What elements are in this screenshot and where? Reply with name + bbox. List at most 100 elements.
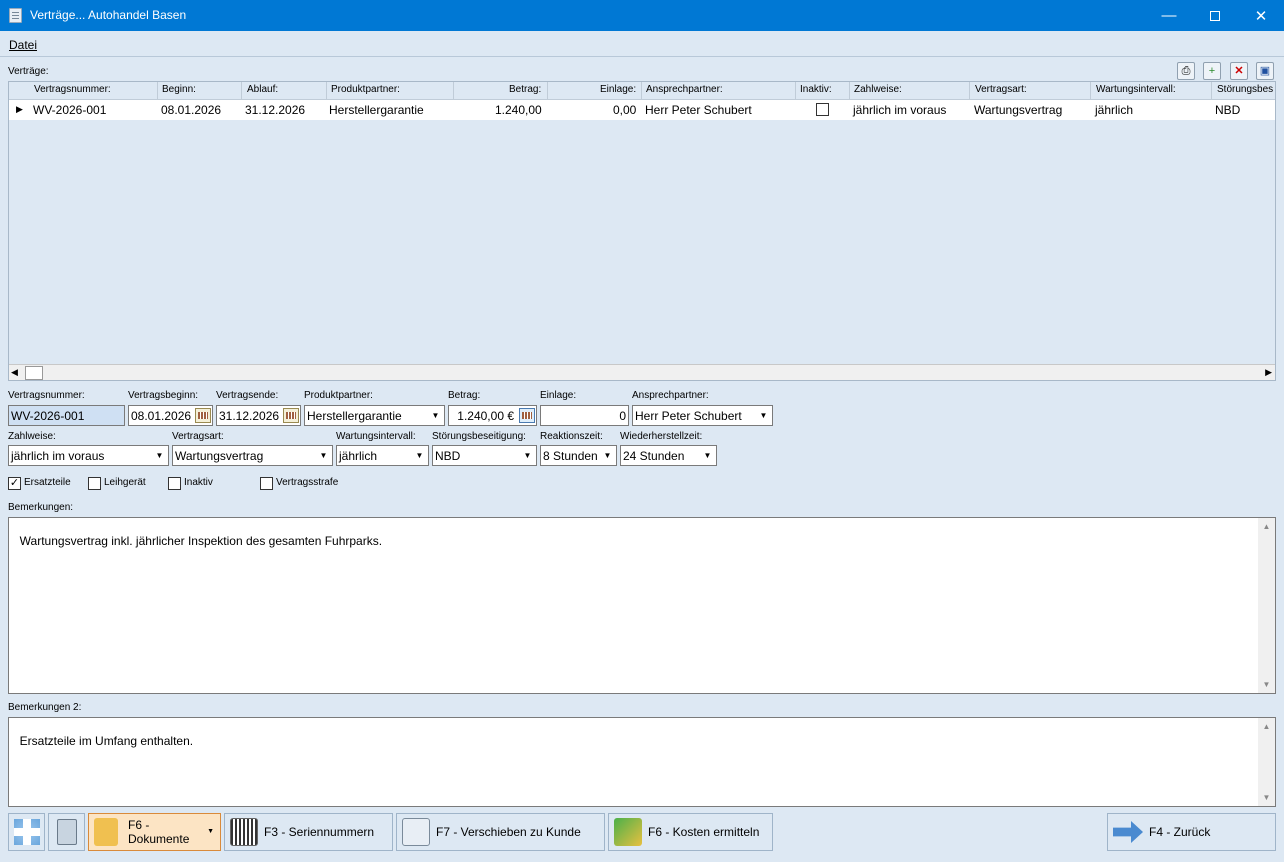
add-button[interactable] <box>8 813 45 851</box>
chevron-down-icon[interactable]: ▼ <box>755 406 772 425</box>
chevron-down-icon[interactable]: ▼ <box>427 406 444 425</box>
close-button[interactable]: ✕ <box>1238 0 1284 31</box>
dokumente-button[interactable]: F6 - Dokumente ▼ <box>88 813 221 851</box>
trash-button[interactable] <box>48 813 85 851</box>
move-icon <box>402 818 430 846</box>
vertragsstrafe-checkbox[interactable] <box>260 477 273 490</box>
inaktiv-label: Inaktiv <box>184 477 213 488</box>
cell-ansprechpartner: Herr Peter Schubert <box>645 103 752 117</box>
bemerkungen2-textarea[interactable]: Ersatzteile im Umfang enthalten. ▲ ▼ <box>8 717 1276 807</box>
chevron-down-icon[interactable]: ▼ <box>599 446 616 465</box>
scroll-left-icon[interactable]: ◀ <box>11 367 18 378</box>
money-icon <box>614 818 642 846</box>
calendar-icon[interactable] <box>283 408 299 423</box>
print-icon[interactable]: ⎙ <box>1177 62 1195 80</box>
seriennummern-button[interactable]: F3 - Seriennummern <box>224 813 393 851</box>
col-stoerung[interactable]: Störungsbes <box>1217 84 1275 95</box>
ersatzteile-checkbox[interactable]: ✓ <box>8 477 21 490</box>
produktpartner-select[interactable]: Herstellergarantie ▼ <box>304 405 445 426</box>
leihgeraet-checkbox[interactable] <box>88 477 101 490</box>
wiederherstellzeit-value: 24 Stunden <box>623 449 685 463</box>
cell-produktpartner: Herstellergarantie <box>329 103 424 117</box>
table-row[interactable]: ▶ WV-2026-001 08.01.2026 31.12.2026 Hers… <box>9 100 1275 120</box>
label-stoerung: Störungsbeseitigung: <box>432 431 526 442</box>
contracts-grid[interactable]: Vertragsnummer: Beginn: Ablauf: Produktp… <box>8 81 1276 381</box>
label-zahlweise: Zahlweise: <box>8 431 56 442</box>
vertical-scrollbar[interactable]: ▲ ▼ <box>1258 518 1275 693</box>
vertical-scrollbar[interactable]: ▲ ▼ <box>1258 718 1275 806</box>
arrow-right-icon <box>1113 821 1143 843</box>
col-vertragsnummer[interactable]: Vertragsnummer: <box>34 84 111 95</box>
chevron-down-icon[interactable]: ▼ <box>411 446 428 465</box>
stoerung-value: NBD <box>435 449 461 463</box>
cell-ablauf: 31.12.2026 <box>245 103 306 117</box>
chevron-down-icon[interactable]: ▼ <box>315 446 332 465</box>
verschieben-button[interactable]: F7 - Verschieben zu Kunde <box>396 813 605 851</box>
label-ansprechpartner: Ansprechpartner: <box>632 390 709 401</box>
kosten-button[interactable]: F6 - Kosten ermitteln <box>608 813 773 851</box>
chevron-down-icon[interactable]: ▼ <box>699 446 716 465</box>
delete-icon[interactable]: ✕ <box>1230 62 1248 80</box>
cell-zahlweise: jährlich im voraus <box>853 103 947 117</box>
maximize-button[interactable] <box>1192 0 1238 31</box>
vertragsbeginn-field[interactable]: 08.01.2026 <box>128 405 213 426</box>
scroll-thumb[interactable] <box>25 366 43 380</box>
calendar-icon[interactable] <box>195 408 211 423</box>
ersatzteile-label: Ersatzteile <box>24 477 71 488</box>
minimize-button[interactable]: — <box>1146 0 1192 31</box>
zurueck-button[interactable]: F4 - Zurück <box>1107 813 1276 851</box>
wartungsintervall-select[interactable]: jährlich ▼ <box>336 445 429 466</box>
zurueck-label: F4 - Zurück <box>1149 825 1211 839</box>
stoerung-select[interactable]: NBD ▼ <box>432 445 537 466</box>
label-reaktion: Reaktionszeit: <box>540 431 603 442</box>
cell-einlage: 0,00 <box>613 103 637 117</box>
cell-stoerung: NBD <box>1215 103 1241 117</box>
grid-header: Vertragsnummer: Beginn: Ablauf: Produktp… <box>9 82 1275 100</box>
label-vertragsnummer: Vertragsnummer: <box>8 390 85 401</box>
vertragsnummer-field[interactable]: WV-2026-001 <box>8 405 125 426</box>
zahlweise-value: jährlich im voraus <box>11 449 105 463</box>
bemerkungen2-text: Ersatzteile im Umfang enthalten. <box>19 734 194 748</box>
label-wartungsintervall: Wartungsintervall: <box>336 431 416 442</box>
bemerkungen-textarea[interactable]: Wartungsvertrag inkl. jährlicher Inspekt… <box>8 517 1276 694</box>
chevron-down-icon[interactable]: ▼ <box>207 828 214 835</box>
save-icon[interactable]: ▣ <box>1256 62 1274 80</box>
col-wartungsintervall[interactable]: Wartungsintervall: <box>1096 84 1176 95</box>
col-inaktiv[interactable]: Inaktiv: <box>800 84 832 95</box>
vertragsbeginn-value: 08.01.2026 <box>131 409 192 423</box>
vertragsende-value: 31.12.2026 <box>219 409 280 423</box>
vertragsende-field[interactable]: 31.12.2026 <box>216 405 301 426</box>
col-einlage[interactable]: Einlage: <box>600 84 636 95</box>
horizontal-scrollbar[interactable]: ◀ ▶ <box>9 364 1275 380</box>
inaktiv-checkbox[interactable] <box>168 477 181 490</box>
label-produktpartner: Produktpartner: <box>304 390 373 401</box>
col-ansprechpartner[interactable]: Ansprechpartner: <box>646 84 723 95</box>
col-beginn[interactable]: Beginn: <box>162 84 196 95</box>
col-vertragsart[interactable]: Vertragsart: <box>975 84 1027 95</box>
col-zahlweise[interactable]: Zahlweise: <box>854 84 902 95</box>
vertragsstrafe-label: Vertragsstrafe <box>276 477 339 488</box>
ansprechpartner-select[interactable]: Herr Peter Schubert ▼ <box>632 405 773 426</box>
menu-datei[interactable]: Datei <box>9 38 37 52</box>
cell-inaktiv-checkbox[interactable] <box>816 103 829 116</box>
betrag-field[interactable]: 1.240,00 € <box>448 405 537 426</box>
wiederherstellzeit-select[interactable]: 24 Stunden ▼ <box>620 445 717 466</box>
col-produktpartner[interactable]: Produktpartner: <box>331 84 400 95</box>
chevron-down-icon[interactable]: ▼ <box>151 446 168 465</box>
calculator-icon[interactable] <box>519 408 535 423</box>
bemerkungen-text: Wartungsvertrag inkl. jährlicher Inspekt… <box>19 534 383 548</box>
einlage-field[interactable]: 0 <box>540 405 629 426</box>
new-document-icon[interactable]: + <box>1203 62 1221 80</box>
label-vertragsart: Vertragsart: <box>172 431 224 442</box>
produktpartner-value: Herstellergarantie <box>307 409 402 423</box>
cell-betrag: 1.240,00 <box>495 103 542 117</box>
col-ablauf[interactable]: Ablauf: <box>247 84 278 95</box>
chevron-down-icon[interactable]: ▼ <box>519 446 536 465</box>
reaktionszeit-select[interactable]: 8 Stunden ▼ <box>540 445 617 466</box>
zahlweise-select[interactable]: jährlich im voraus ▼ <box>8 445 169 466</box>
label-einlage: Einlage: <box>540 390 577 401</box>
col-betrag[interactable]: Betrag: <box>509 84 541 95</box>
scroll-right-icon[interactable]: ▶ <box>1265 367 1272 378</box>
cell-vertragsart: Wartungsvertrag <box>974 103 1063 117</box>
vertragsart-select[interactable]: Wartungsvertrag ▼ <box>172 445 333 466</box>
